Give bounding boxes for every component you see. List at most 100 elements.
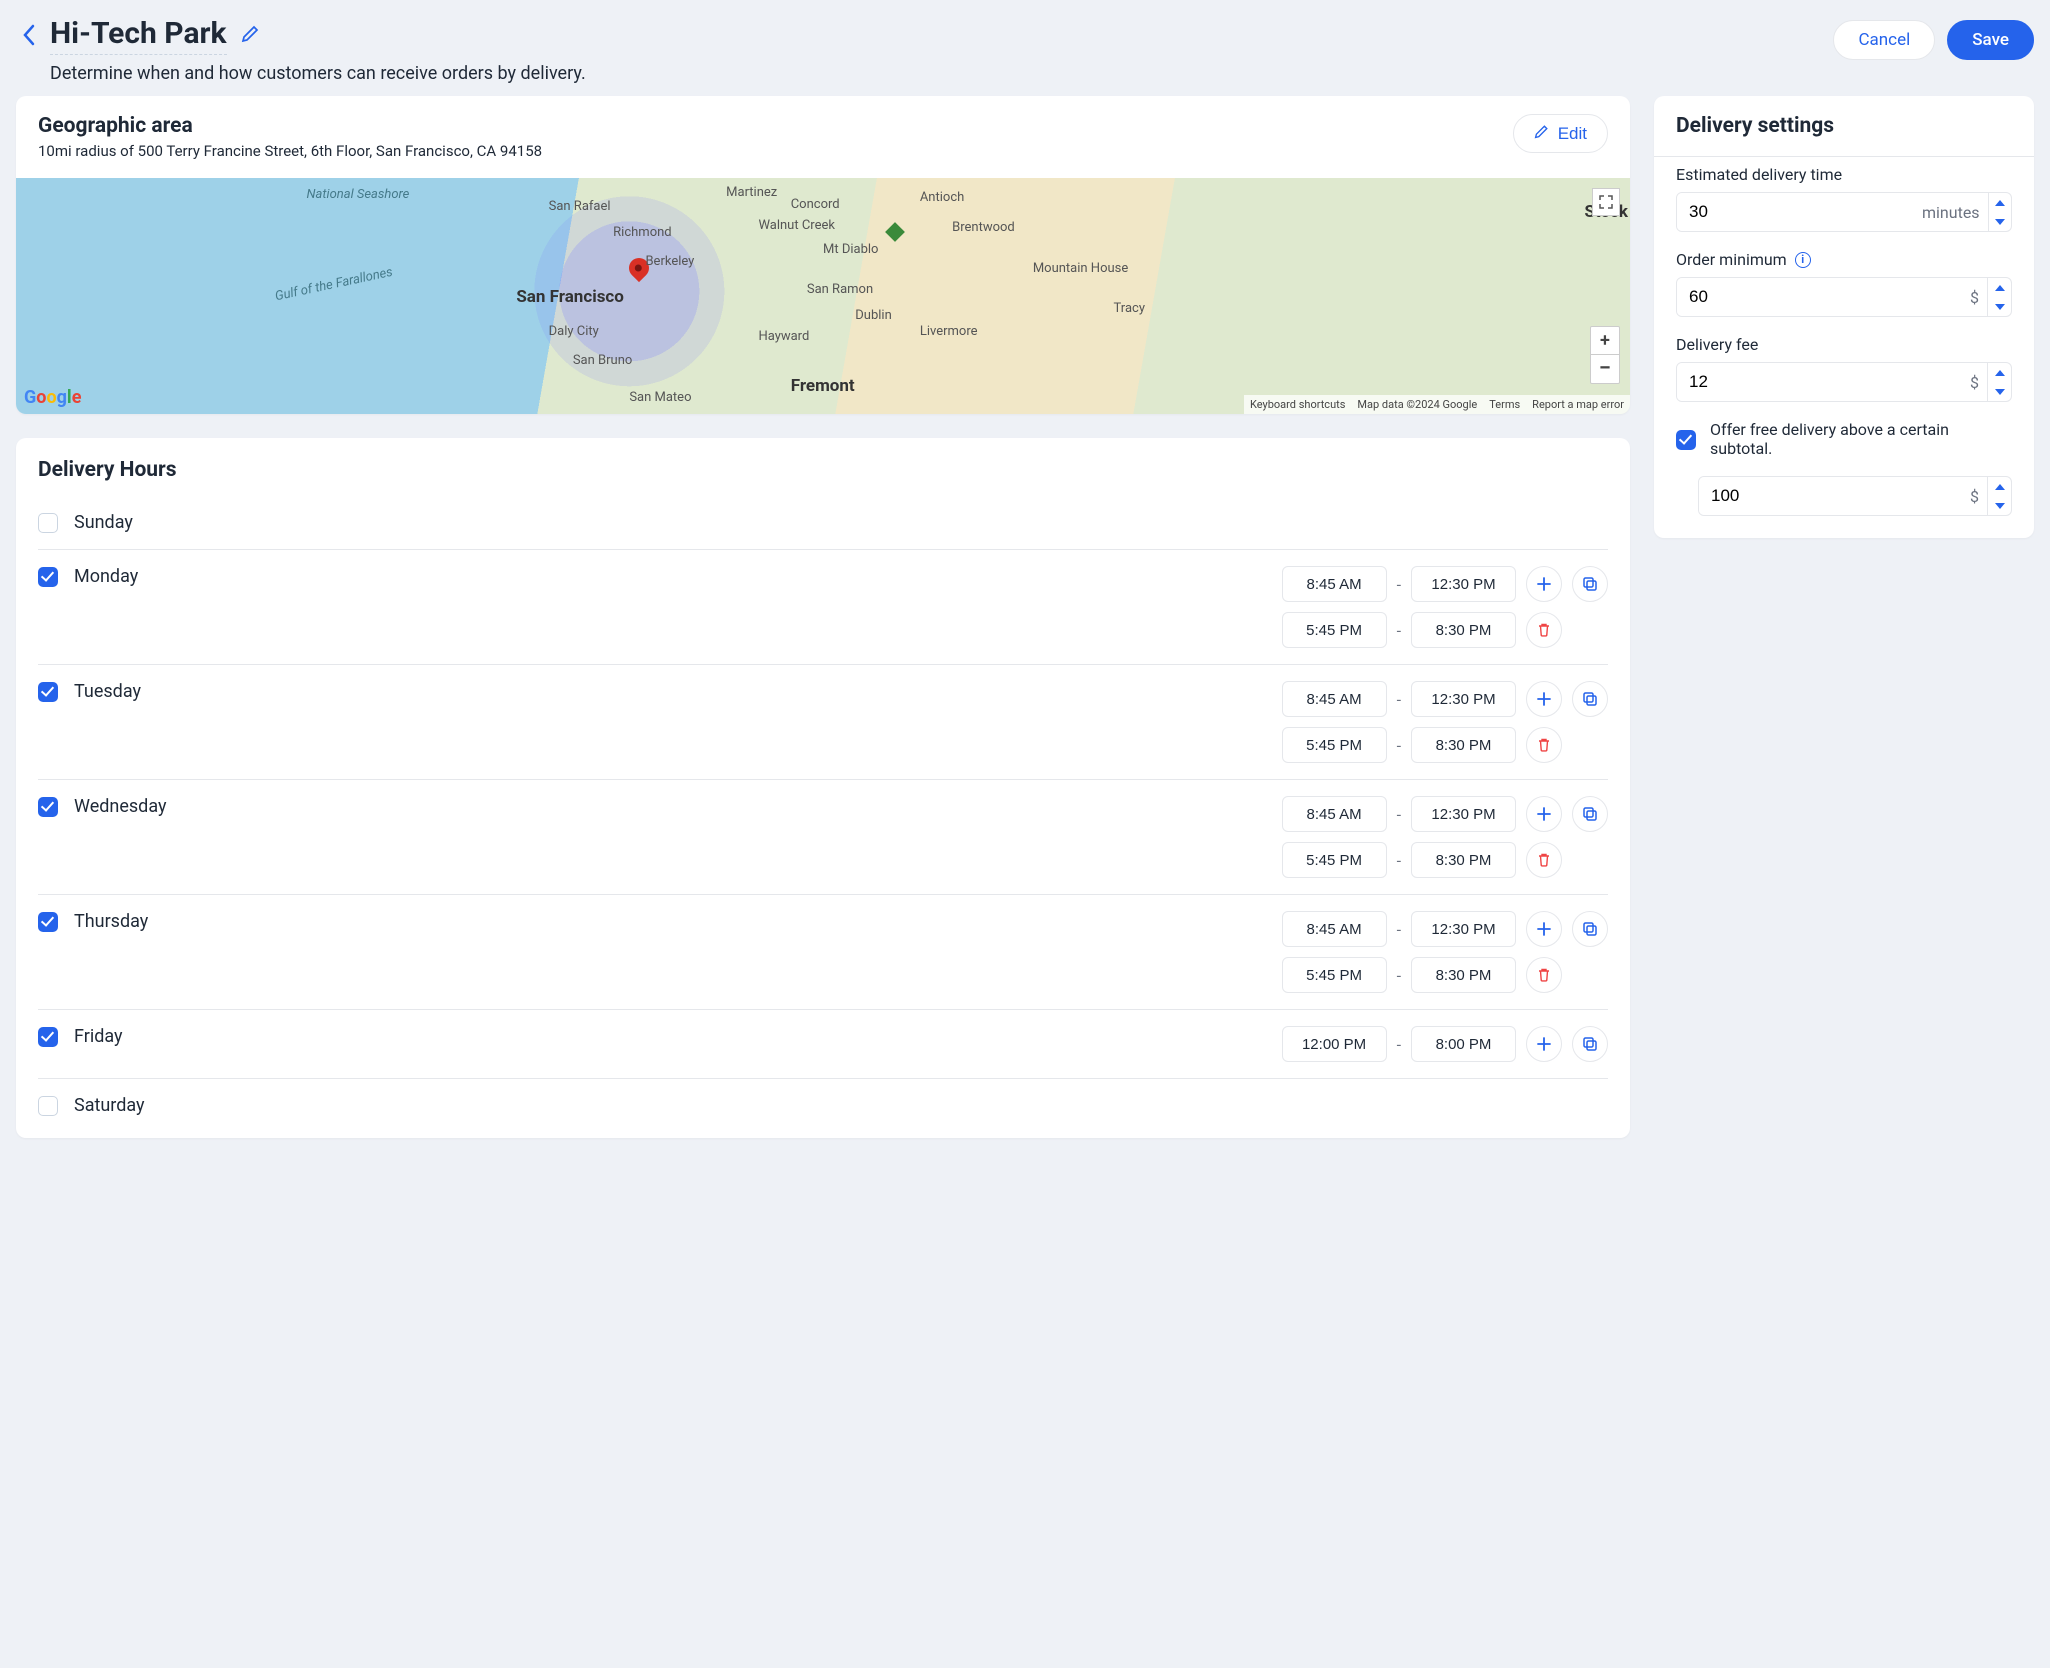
step-down-icon[interactable] bbox=[1988, 496, 2011, 515]
map-shortcuts-link[interactable]: Keyboard shortcuts bbox=[1250, 398, 1345, 411]
delete-slot-icon[interactable] bbox=[1526, 612, 1562, 648]
delivery-settings-card: Delivery settings Estimated delivery tim… bbox=[1654, 96, 2034, 538]
day-checkbox[interactable] bbox=[38, 513, 58, 533]
time-to-input[interactable] bbox=[1411, 681, 1516, 717]
fee-input[interactable] bbox=[1677, 363, 1970, 401]
copy-slot-icon[interactable] bbox=[1572, 796, 1608, 832]
time-to-input[interactable] bbox=[1411, 842, 1516, 878]
map-report-link[interactable]: Report a map error bbox=[1532, 398, 1624, 411]
map-label: San Ramon bbox=[807, 282, 873, 297]
delivery-fee-field: Delivery fee $ bbox=[1676, 335, 2012, 402]
day-name: Friday bbox=[74, 1026, 244, 1047]
estimated-time-field: Estimated delivery time minutes bbox=[1676, 165, 2012, 232]
currency-suffix: $ bbox=[1970, 373, 1987, 392]
day-row: Thursday-- bbox=[38, 894, 1608, 1009]
day-checkbox[interactable] bbox=[38, 797, 58, 817]
step-up-icon[interactable] bbox=[1989, 193, 2011, 212]
map-label: Daly City bbox=[549, 324, 599, 339]
day-checkbox[interactable] bbox=[38, 1027, 58, 1047]
save-button[interactable]: Save bbox=[1947, 20, 2034, 60]
geo-edit-button[interactable]: Edit bbox=[1513, 114, 1608, 153]
time-from-input[interactable] bbox=[1282, 566, 1387, 602]
copy-slot-icon[interactable] bbox=[1572, 681, 1608, 717]
time-to-input[interactable] bbox=[1411, 566, 1516, 602]
map-label: Fremont bbox=[791, 376, 855, 396]
day-checkbox[interactable] bbox=[38, 682, 58, 702]
day-slots: - bbox=[260, 1026, 1608, 1062]
order-min-input[interactable] bbox=[1677, 278, 1970, 316]
time-from-input[interactable] bbox=[1282, 612, 1387, 648]
edit-label: Edit bbox=[1558, 124, 1587, 144]
time-from-input[interactable] bbox=[1282, 681, 1387, 717]
est-time-input[interactable] bbox=[1677, 193, 1922, 231]
time-to-input[interactable] bbox=[1411, 727, 1516, 763]
quantity-stepper[interactable] bbox=[1987, 363, 2011, 401]
time-to-input[interactable] bbox=[1411, 911, 1516, 947]
time-from-input[interactable] bbox=[1282, 727, 1387, 763]
edit-title-icon[interactable] bbox=[241, 23, 261, 47]
step-down-icon[interactable] bbox=[1988, 382, 2011, 401]
time-from-input[interactable] bbox=[1282, 957, 1387, 993]
time-slot: - bbox=[1282, 681, 1608, 717]
time-from-input[interactable] bbox=[1282, 796, 1387, 832]
day-checkbox[interactable] bbox=[38, 1096, 58, 1116]
time-from-input[interactable] bbox=[1282, 842, 1387, 878]
map-label: Mountain House bbox=[1033, 261, 1128, 276]
time-to-input[interactable] bbox=[1411, 1026, 1516, 1062]
map-label: San Mateo bbox=[629, 390, 691, 405]
back-icon[interactable] bbox=[22, 16, 36, 50]
map-terms-link[interactable]: Terms bbox=[1489, 398, 1520, 411]
map-label: San Rafael bbox=[549, 199, 611, 214]
dash-separator: - bbox=[1397, 575, 1401, 594]
map-label: Hayward bbox=[758, 329, 809, 344]
day-checkbox[interactable] bbox=[38, 912, 58, 932]
map-label: Brentwood bbox=[952, 220, 1015, 235]
step-down-icon[interactable] bbox=[1988, 297, 2011, 316]
day-checkbox[interactable] bbox=[38, 567, 58, 587]
delete-slot-icon[interactable] bbox=[1526, 842, 1562, 878]
map-label: Martinez bbox=[726, 185, 777, 200]
day-slots: -- bbox=[260, 911, 1608, 993]
cancel-button[interactable]: Cancel bbox=[1833, 20, 1935, 60]
page-title[interactable]: Hi-Tech Park bbox=[50, 16, 227, 55]
time-from-input[interactable] bbox=[1282, 1026, 1387, 1062]
map-label: Tracy bbox=[1114, 301, 1145, 316]
time-to-input[interactable] bbox=[1411, 612, 1516, 648]
copy-slot-icon[interactable] bbox=[1572, 566, 1608, 602]
day-row: Sunday bbox=[38, 496, 1608, 549]
fullscreen-icon[interactable] bbox=[1592, 188, 1620, 216]
delete-slot-icon[interactable] bbox=[1526, 957, 1562, 993]
add-slot-icon[interactable] bbox=[1526, 911, 1562, 947]
copy-slot-icon[interactable] bbox=[1572, 1026, 1608, 1062]
step-up-icon[interactable] bbox=[1988, 477, 2011, 496]
time-to-input[interactable] bbox=[1411, 796, 1516, 832]
add-slot-icon[interactable] bbox=[1526, 796, 1562, 832]
zoom-out-icon[interactable]: − bbox=[1591, 355, 1619, 383]
time-to-input[interactable] bbox=[1411, 957, 1516, 993]
free-delivery-subtotal-field: $ bbox=[1676, 476, 2012, 516]
delete-slot-icon[interactable] bbox=[1526, 727, 1562, 763]
time-slot: - bbox=[1282, 1026, 1608, 1062]
est-label: Estimated delivery time bbox=[1676, 165, 2012, 184]
step-up-icon[interactable] bbox=[1988, 278, 2011, 297]
quantity-stepper[interactable] bbox=[1988, 193, 2011, 231]
step-up-icon[interactable] bbox=[1988, 363, 2011, 382]
day-name: Saturday bbox=[74, 1095, 244, 1116]
quantity-stepper[interactable] bbox=[1987, 278, 2011, 316]
offer-checkbox[interactable] bbox=[1676, 430, 1696, 450]
copy-slot-icon[interactable] bbox=[1572, 911, 1608, 947]
add-slot-icon[interactable] bbox=[1526, 1026, 1562, 1062]
add-slot-icon[interactable] bbox=[1526, 566, 1562, 602]
quantity-stepper[interactable] bbox=[1987, 477, 2011, 515]
info-icon[interactable]: i bbox=[1795, 252, 1811, 268]
map-label: San Francisco bbox=[516, 287, 624, 307]
time-slot: - bbox=[1282, 727, 1608, 763]
step-down-icon[interactable] bbox=[1989, 212, 2011, 231]
add-slot-icon[interactable] bbox=[1526, 681, 1562, 717]
subtotal-input[interactable] bbox=[1699, 477, 1970, 515]
map[interactable]: National Seashore Gulf of the Farallones… bbox=[16, 178, 1630, 414]
day-slots: -- bbox=[260, 796, 1608, 878]
time-from-input[interactable] bbox=[1282, 911, 1387, 947]
zoom-in-icon[interactable]: + bbox=[1591, 327, 1619, 355]
page-subtitle: Determine when and how customers can rec… bbox=[50, 63, 1819, 84]
